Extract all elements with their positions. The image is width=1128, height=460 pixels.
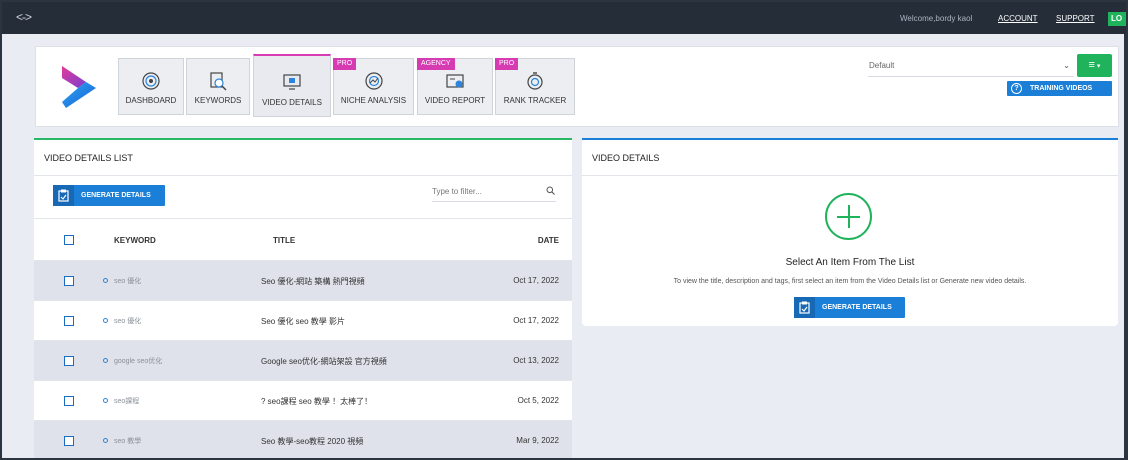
generate-details-button[interactable]: GENERATE DETAILS (794, 297, 905, 318)
tab-rank-tracker[interactable]: PRO RANK TRACKER (495, 58, 575, 115)
row-checkbox[interactable] (64, 276, 74, 286)
row-keyword: google seo优化 (114, 358, 163, 365)
menu-button[interactable]: ≡ ▾ (1077, 54, 1112, 77)
video-details-card: VIDEO DETAILS Select An Item From The Li… (582, 138, 1118, 326)
welcome-text: Welcome,bordy kaol (900, 14, 973, 23)
table-row[interactable]: google seo优化 Google seo优化-網站架設 官方視頻 Oct … (34, 340, 572, 380)
target-icon (142, 72, 160, 90)
column-keyword[interactable]: KEYWORD (114, 236, 156, 245)
tab-label: VIDEO DETAILS (262, 98, 322, 107)
table-row[interactable]: seo 優化 Seo 優化-網站 築構 熱門視頻 Oct 17, 2022 (34, 260, 572, 300)
page-content: DASHBOARD KEYWORDS VIDEO DETAILS PRO NIC… (2, 34, 1124, 458)
search-icon (546, 186, 555, 195)
tab-keywords[interactable]: KEYWORDS (186, 58, 250, 115)
row-date: Oct 5, 2022 (517, 396, 559, 405)
row-keyword: seo 教學 (114, 438, 142, 445)
video-screen-icon (283, 74, 301, 90)
row-date: Oct 17, 2022 (513, 316, 559, 325)
clipboard-icon (53, 185, 74, 206)
training-videos-button[interactable]: ? TRAINING VIDEOS (1007, 81, 1112, 96)
select-all-checkbox[interactable] (64, 235, 74, 245)
keyword-search-icon (210, 72, 227, 91)
project-select[interactable]: Default ⌄ (868, 56, 1074, 77)
tab-video-details[interactable]: VIDEO DETAILS (253, 54, 331, 117)
top-bar: <-> Welcome,bordy kaol ACCOUNT SUPPORT L… (2, 2, 1126, 34)
row-title: Seo 優化 seo 教學 影片 (261, 317, 346, 326)
row-date: Oct 17, 2022 (513, 276, 559, 285)
divider (582, 175, 1118, 176)
table-header: KEYWORD TITLE DATE (34, 218, 572, 260)
row-keyword: seo 優化 (114, 318, 142, 325)
help-icon: ? (1011, 83, 1022, 94)
expand-arrows-icon[interactable]: <-> (16, 11, 32, 23)
row-title: Seo 教學-seo教程 2020 視頻 (261, 437, 364, 446)
tab-label: RANK TRACKER (503, 96, 567, 105)
row-date: Mar 9, 2022 (516, 436, 559, 445)
pro-badge: PRO (333, 58, 357, 70)
row-title: Seo 優化-網站 築構 熱門視頻 (261, 277, 365, 286)
row-title: ? seo課程 seo 教學 ！太棒了！ (261, 397, 373, 406)
keyword-dot-icon (103, 397, 108, 403)
account-link[interactable]: ACCOUNT (998, 14, 1038, 23)
pro-badge: PRO (495, 58, 519, 70)
column-date[interactable]: DATE (538, 236, 559, 245)
analysis-icon (364, 72, 383, 90)
tab-label: DASHBOARD (125, 96, 177, 105)
generate-details-button[interactable]: GENERATE DETAILS (53, 185, 165, 206)
generate-details-label: GENERATE DETAILS (81, 192, 151, 199)
list-title: VIDEO DETAILS LIST (44, 153, 133, 163)
row-title: Google seo优化-網站架設 官方視頻 (261, 357, 387, 366)
keyword-dot-icon (103, 437, 108, 443)
generate-details-label: GENERATE DETAILS (822, 304, 892, 311)
training-videos-label: TRAINING VIDEOS (1030, 85, 1093, 92)
row-checkbox[interactable] (64, 436, 74, 446)
report-icon (446, 74, 464, 88)
project-select-value: Default (869, 61, 895, 70)
keyword-dot-icon (103, 317, 108, 323)
tab-label: NICHE ANALYSIS (340, 96, 407, 105)
row-keyword: seo課程 (114, 398, 140, 405)
header-card: DASHBOARD KEYWORDS VIDEO DETAILS PRO NIC… (35, 46, 1119, 127)
row-checkbox[interactable] (64, 396, 74, 406)
filter-input[interactable]: Type to filter... (432, 182, 556, 202)
tab-label: VIDEO REPORT (424, 96, 486, 105)
row-date: Oct 13, 2022 (513, 356, 559, 365)
details-title: VIDEO DETAILS (592, 153, 660, 163)
app-logo (62, 66, 96, 108)
row-checkbox[interactable] (64, 316, 74, 326)
table-row[interactable]: seo課程 ? seo課程 seo 教學 ！太棒了！ Oct 5, 2022 (34, 380, 572, 420)
row-checkbox[interactable] (64, 356, 74, 366)
empty-state-title: Select An Item From The List (785, 257, 915, 268)
tab-label: KEYWORDS (194, 96, 242, 105)
logout-button[interactable]: LO (1108, 12, 1126, 26)
divider (34, 175, 572, 176)
support-link[interactable]: SUPPORT (1056, 14, 1095, 23)
video-details-list-card: VIDEO DETAILS LIST GENERATE DETAILS Type… (34, 138, 572, 458)
column-title[interactable]: TITLE (273, 236, 295, 245)
tab-dashboard[interactable]: DASHBOARD (118, 58, 184, 115)
keyword-dot-icon (103, 277, 108, 283)
agency-badge: AGENCY (417, 58, 455, 70)
tab-niche-analysis[interactable]: PRO NICHE ANALYSIS (333, 58, 414, 115)
clipboard-icon (794, 297, 815, 318)
add-plus-icon (825, 193, 872, 240)
chevron-down-icon: ⌄ (1063, 61, 1070, 70)
stopwatch-icon (527, 72, 543, 90)
empty-state-description: To view the title, description and tags,… (673, 278, 1027, 285)
keyword-dot-icon (103, 357, 108, 363)
row-keyword: seo 優化 (114, 278, 142, 285)
tab-video-report[interactable]: AGENCY VIDEO REPORT (417, 58, 493, 115)
filter-placeholder: Type to filter... (432, 187, 482, 196)
table-row[interactable]: seo 教學 Seo 教學-seo教程 2020 視頻 Mar 9, 2022 (34, 420, 572, 458)
chevron-down-icon: ▾ (1094, 63, 1101, 70)
table-row[interactable]: seo 優化 Seo 優化 seo 教學 影片 Oct 17, 2022 (34, 300, 572, 340)
